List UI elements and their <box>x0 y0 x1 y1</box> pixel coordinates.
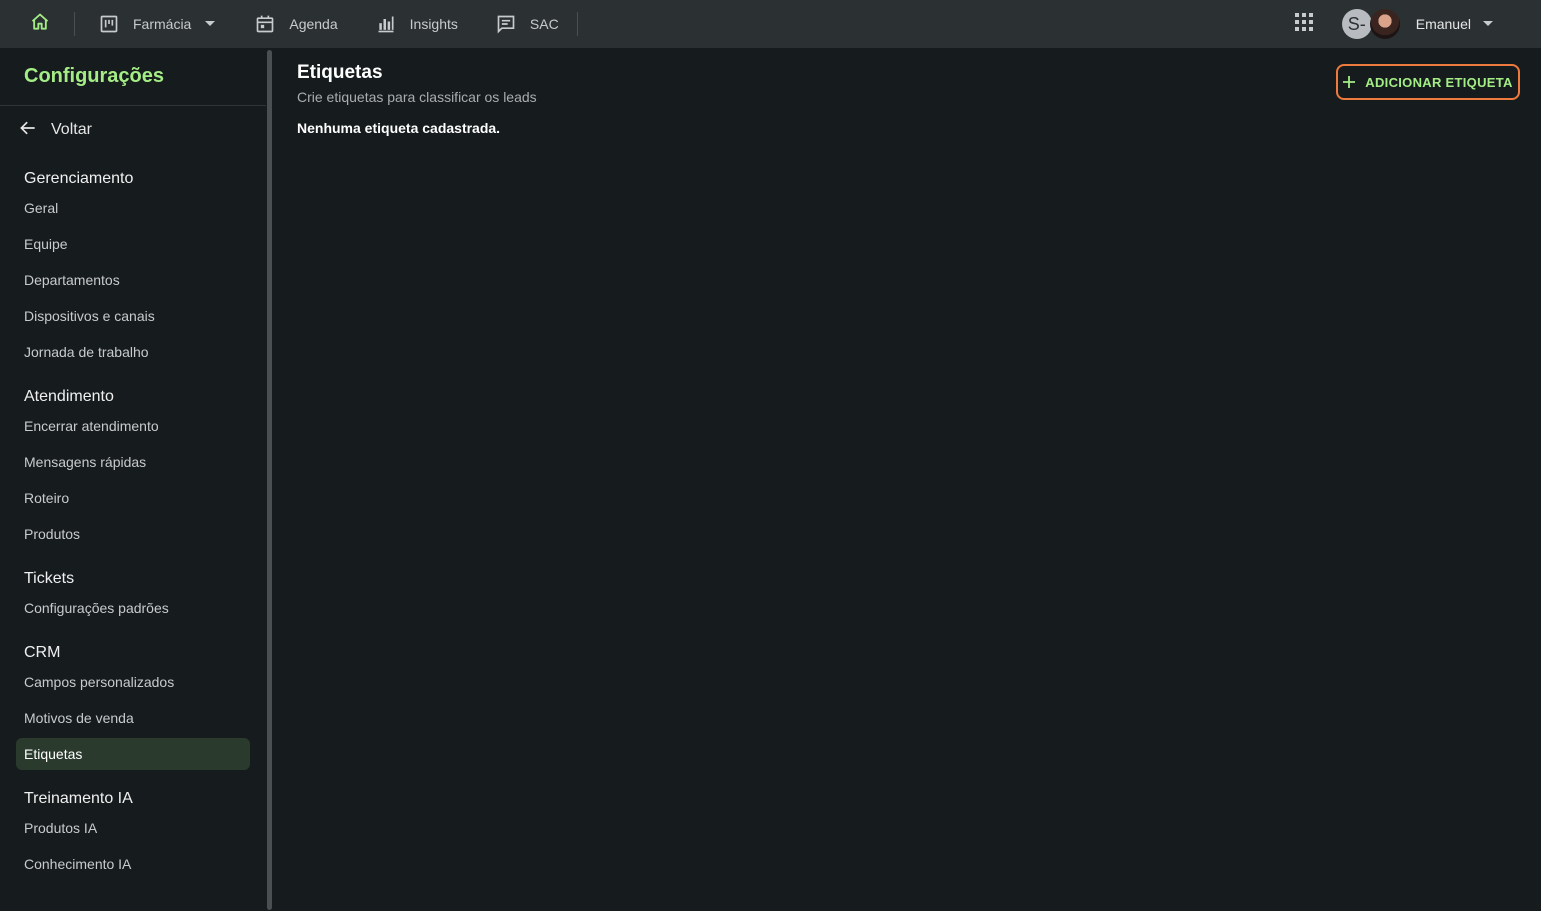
kanban-icon <box>97 12 121 36</box>
sidebar-item-conhecimento-ia[interactable]: Conhecimento IA <box>16 848 250 880</box>
sidebar-item-etiquetas[interactable]: Etiquetas <box>16 738 250 770</box>
section-title-crm: CRM <box>24 644 61 661</box>
settings-sidebar: Configurações Voltar Gerenciamento Geral… <box>0 48 266 911</box>
nav-insights[interactable]: Insights <box>374 0 458 48</box>
chevron-down-icon[interactable] <box>1483 21 1493 27</box>
arrow-left-icon <box>18 118 38 143</box>
home-icon <box>30 12 50 37</box>
sidebar-item-motivos[interactable]: Motivos de venda <box>16 702 250 734</box>
sidebar-item-departamentos[interactable]: Departamentos <box>16 264 250 296</box>
sidebar-item-geral[interactable]: Geral <box>16 192 250 224</box>
nav-agenda-label: Agenda <box>289 16 338 32</box>
plus-icon <box>1343 76 1356 88</box>
section-title-treinamento: Treinamento IA <box>24 790 133 807</box>
apps-button[interactable] <box>1292 12 1316 36</box>
page-title: Etiquetas <box>297 62 383 83</box>
calendar-icon <box>253 12 277 36</box>
bar-chart-icon <box>374 12 398 36</box>
sidebar-item-config-padroes[interactable]: Configurações padrões <box>16 592 250 624</box>
home-button[interactable] <box>20 0 60 48</box>
add-tag-button[interactable]: ADICIONAR ETIQUETA <box>1336 64 1520 100</box>
section-title-tickets: Tickets <box>24 570 75 587</box>
user-avatars[interactable]: S- <box>1341 8 1400 40</box>
sidebar-item-produtos-ia[interactable]: Produtos IA <box>16 812 250 844</box>
sidebar-item-mensagens[interactable]: Mensagens rápidas <box>16 446 250 478</box>
nav-sac-label: SAC <box>529 16 559 32</box>
section-title-atendimento: Atendimento <box>24 388 114 405</box>
scrollbar-thumb[interactable] <box>267 50 272 910</box>
nav-insights-label: Insights <box>409 16 458 32</box>
divider <box>74 12 75 36</box>
sidebar-item-encerrar[interactable]: Encerrar atendimento <box>16 410 250 442</box>
apps-grid-icon <box>1294 12 1313 36</box>
message-icon <box>494 12 518 36</box>
sidebar-item-roteiro[interactable]: Roteiro <box>16 482 250 514</box>
add-tag-button-label: ADICIONAR ETIQUETA <box>1365 74 1513 90</box>
nav-farmacia[interactable]: Farmácia <box>97 0 216 48</box>
user-name[interactable]: Emanuel <box>1416 16 1471 32</box>
sidebar-item-campos[interactable]: Campos personalizados <box>16 666 250 698</box>
chevron-down-icon <box>205 21 216 27</box>
nav-sac[interactable]: SAC <box>494 0 559 48</box>
sidebar-item-jornada[interactable]: Jornada de trabalho <box>16 336 250 368</box>
sidebar-item-dispositivos[interactable]: Dispositivos e canais <box>16 300 250 332</box>
nav-agenda[interactable]: Agenda <box>253 0 338 48</box>
empty-state-message: Nenhuma etiqueta cadastrada. <box>297 120 501 136</box>
section-title-gerenciamento: Gerenciamento <box>24 170 134 187</box>
back-button[interactable]: Voltar <box>0 106 266 154</box>
avatar: S- <box>1341 9 1372 39</box>
page-subtitle: Crie etiquetas para classificar os leads <box>297 89 537 105</box>
back-label: Voltar <box>51 121 92 138</box>
main-content: Etiquetas Crie etiquetas para classifica… <box>273 48 1541 911</box>
sidebar-item-produtos[interactable]: Produtos <box>16 518 250 550</box>
divider <box>576 12 578 36</box>
sidebar-scrollbar[interactable] <box>266 48 273 911</box>
top-bar: Farmácia Agenda Insights SAC S- Emanuel <box>0 0 1541 48</box>
nav-farmacia-label: Farmácia <box>133 16 192 32</box>
sidebar-title: Configurações <box>0 48 266 106</box>
user-photo-avatar <box>1369 9 1400 39</box>
sidebar-item-equipe[interactable]: Equipe <box>16 228 250 260</box>
